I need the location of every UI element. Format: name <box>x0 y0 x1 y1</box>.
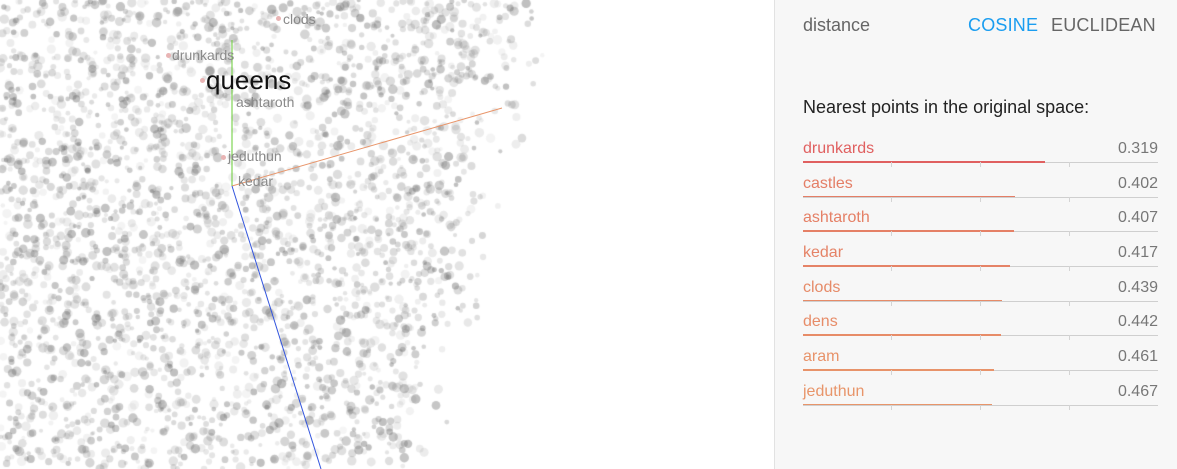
distance-bar-tick <box>1069 196 1070 202</box>
distance-bar-tick <box>980 231 981 237</box>
distance-bar-tick <box>891 196 892 202</box>
point-marker <box>166 53 171 58</box>
inspector-panel: distance COSINE EUCLIDEAN Nearest points… <box>774 0 1177 469</box>
nearest-point-row[interactable]: drunkards 0.319 <box>803 137 1158 172</box>
distance-bar <box>803 195 1015 198</box>
nearest-points-list: drunkards 0.319 castles 0.402 ashtaroth 0.407… <box>803 137 1158 415</box>
distance-bar-tick <box>891 231 892 237</box>
nearest-point-name[interactable]: kedar <box>803 244 843 262</box>
distance-bar-tick <box>1069 370 1070 376</box>
nearest-point-row[interactable]: castles 0.402 <box>803 172 1158 207</box>
focus-point-label[interactable]: queens <box>206 67 291 93</box>
distance-bar <box>803 369 994 371</box>
distance-bar-tick <box>1069 404 1070 410</box>
nearest-point-distance: 0.417 <box>1117 244 1158 262</box>
distance-bar-tick <box>980 335 981 341</box>
point-marker <box>221 155 226 160</box>
nearest-point-name[interactable]: jeduthun <box>803 383 864 401</box>
distance-bar-tick <box>980 370 981 376</box>
nearest-point-row[interactable]: aram 0.461 <box>803 345 1158 380</box>
nearest-point-row[interactable]: jeduthun 0.467 <box>803 380 1158 415</box>
focus-point-marker <box>200 78 205 83</box>
distance-bar <box>803 230 1014 232</box>
distance-bar <box>803 334 1001 336</box>
point-label-jeduthun[interactable]: jeduthun <box>228 149 282 163</box>
distance-bar-tick <box>1069 335 1070 341</box>
nearest-point-name[interactable]: castles <box>803 175 853 193</box>
nearest-point-distance: 0.442 <box>1117 313 1158 331</box>
distance-bar-tick <box>891 162 892 167</box>
distance-bar-tick <box>980 162 981 167</box>
distance-bar-tick <box>980 404 981 410</box>
distance-bar-tick <box>891 335 892 341</box>
distance-bar-tick <box>980 196 981 202</box>
nearest-point-distance: 0.439 <box>1117 278 1158 296</box>
axes <box>231 40 503 469</box>
distance-bar-tick <box>1069 231 1070 237</box>
nearest-point-distance: 0.407 <box>1117 209 1158 227</box>
distance-bar <box>803 299 1002 302</box>
nearest-point-name[interactable]: ashtaroth <box>803 209 870 227</box>
nearest-point-distance: 0.467 <box>1117 382 1158 400</box>
distance-bar-tick <box>1069 300 1070 306</box>
nearest-point-name[interactable]: dens <box>803 313 838 331</box>
point-marker <box>276 16 281 21</box>
nearest-point-distance: 0.402 <box>1117 174 1158 192</box>
point-label-ashtaroth[interactable]: ashtaroth <box>236 95 294 109</box>
distance-bar-tick <box>980 266 981 272</box>
point-label-clods[interactable]: clods <box>283 12 316 26</box>
nearest-point-row[interactable]: dens 0.442 <box>803 310 1158 345</box>
distance-label: distance <box>803 15 871 35</box>
nearest-point-distance: 0.461 <box>1117 348 1158 366</box>
distance-bar-tick <box>891 266 892 272</box>
distance-bar-tick <box>891 404 892 410</box>
distance-bar <box>803 265 1010 267</box>
cosine-metric-button[interactable]: COSINE <box>968 15 1038 36</box>
nearest-point-row[interactable]: clods 0.439 <box>803 276 1158 311</box>
nearest-point-name[interactable]: drunkards <box>803 140 874 158</box>
nearest-points-title: Nearest points in the original space: <box>803 97 1090 117</box>
distance-bar-tick <box>1069 266 1070 272</box>
distance-bar-tick <box>1069 162 1070 167</box>
z-axis <box>231 185 322 469</box>
embedding-projector-canvas[interactable]: clods drunkards queens ashtaroth jeduthu… <box>0 0 774 469</box>
point-label-drunkards[interactable]: drunkards <box>172 48 234 62</box>
nearest-point-name[interactable]: aram <box>803 348 839 366</box>
point-label-kedar[interactable]: kedar <box>238 174 273 188</box>
distance-bar <box>803 161 1045 163</box>
distance-bar-tick <box>891 370 892 376</box>
distance-bar <box>803 403 992 406</box>
distance-bar-tick <box>891 300 892 306</box>
nearest-point-row[interactable]: kedar 0.417 <box>803 241 1158 276</box>
distance-bar-tick <box>980 300 981 306</box>
euclidean-metric-button[interactable]: EUCLIDEAN <box>1051 15 1156 36</box>
nearest-point-row[interactable]: ashtaroth 0.407 <box>803 206 1158 241</box>
nearest-point-distance: 0.319 <box>1117 140 1158 157</box>
nearest-point-name[interactable]: clods <box>803 279 840 297</box>
